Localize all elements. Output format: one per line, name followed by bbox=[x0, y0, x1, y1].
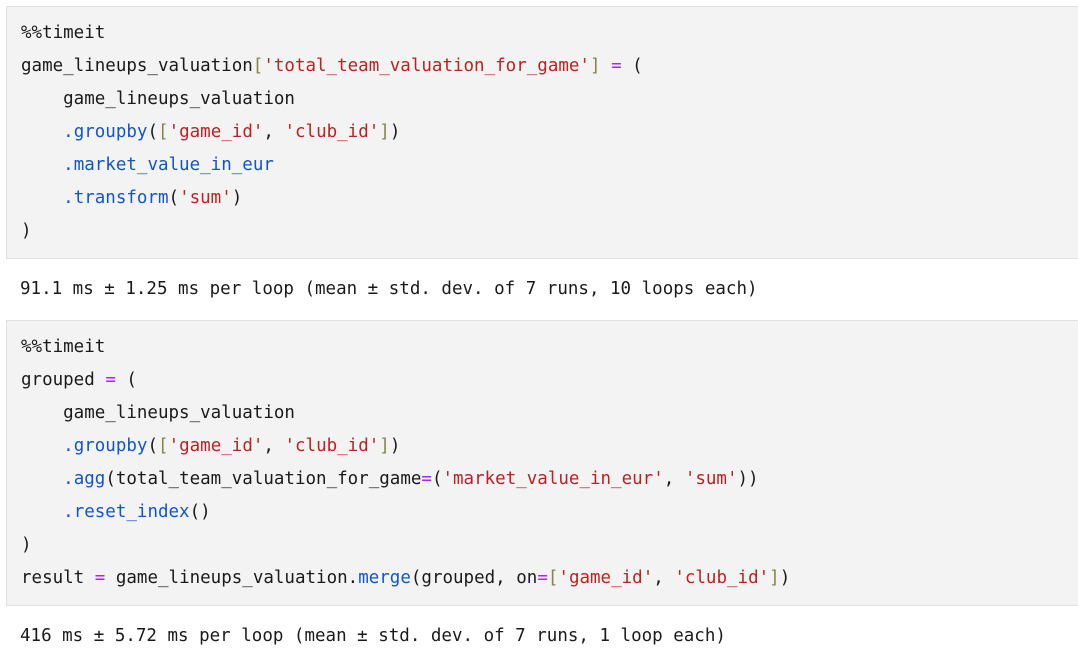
code-token-paren: ) bbox=[779, 568, 791, 588]
cell-output: 416 ms ± 5.72 ms per loop (mean ± std. d… bbox=[0, 606, 1078, 667]
code-line: .agg(total_team_valuation_for_game=('mar… bbox=[21, 463, 1078, 496]
code-cell[interactable]: %%timeit game_lineups_valuation['total_te… bbox=[6, 6, 1078, 259]
notebook-container: %%timeit game_lineups_valuation['total_te… bbox=[0, 0, 1078, 667]
output-text: 416 ms ± 5.72 ms per loop (mean ± std. d… bbox=[6, 620, 1078, 653]
code-token-method: transform bbox=[73, 188, 169, 208]
code-token-method: groupby bbox=[73, 436, 148, 456]
code-token-str: 'sum' bbox=[684, 469, 738, 489]
code-line: ) bbox=[21, 529, 1078, 562]
code-token-paren: ) bbox=[231, 188, 243, 208]
code-line: game_lineups_valuation bbox=[21, 83, 1078, 116]
code-line: .market_value_in_eur bbox=[21, 149, 1078, 182]
code-token-method: reset_index bbox=[73, 502, 190, 522]
code-token-plain: , bbox=[653, 568, 675, 588]
code-token-str: 'club_id' bbox=[284, 436, 380, 456]
code-line: game_lineups_valuation['total_team_valua… bbox=[21, 50, 1078, 83]
code-line: grouped = ( bbox=[21, 364, 1078, 397]
code-token-str: 'sum' bbox=[179, 188, 232, 208]
code-token-dot: . bbox=[63, 155, 74, 175]
code-token-str: 'club_id' bbox=[284, 122, 380, 142]
code-line: game_lineups_valuation bbox=[21, 397, 1078, 430]
code-token-paren: ) bbox=[21, 535, 32, 555]
code-token-dot: . bbox=[63, 122, 74, 142]
code-token-method: agg bbox=[73, 469, 106, 489]
code-token-paren: ( bbox=[168, 188, 180, 208]
code-token-paren: ) bbox=[389, 436, 401, 456]
code-token-dot: . bbox=[63, 188, 74, 208]
code-token-paren: ) bbox=[389, 122, 401, 142]
code-token-bracket: [ bbox=[547, 568, 559, 588]
code-token-op: = bbox=[421, 469, 432, 489]
code-token-op: = bbox=[537, 568, 548, 588]
code-token-op: = bbox=[94, 568, 106, 588]
code-token-paren: ( bbox=[621, 56, 643, 76]
code-token-plain: game_lineups_valuation bbox=[21, 89, 295, 109]
code-token-bracket: ] bbox=[589, 56, 601, 76]
code-token-bracket: [ bbox=[158, 122, 169, 142]
code-token-paren: ) bbox=[21, 221, 32, 241]
code-token-bracket: ] bbox=[379, 122, 390, 142]
code-token-paren: ( bbox=[115, 370, 137, 390]
code-token-op: = bbox=[611, 56, 622, 76]
code-token-bracket: [ bbox=[158, 436, 169, 456]
code-token-plain: game_lineups_valuation bbox=[21, 56, 253, 76]
code-token-str: 'total_team_valuation_for_game' bbox=[263, 56, 590, 76]
code-token-str: 'game_id' bbox=[168, 436, 264, 456]
code-token-plain: , bbox=[263, 436, 285, 456]
code-token-plain: result bbox=[21, 568, 85, 588]
code-token-dot: . bbox=[63, 502, 74, 522]
code-line: result = game_lineups_valuation.merge(gr… bbox=[21, 562, 1078, 595]
code-cell[interactable]: %%timeit grouped = ( game_lineups_valuati… bbox=[6, 320, 1078, 606]
code-token-paren: ( bbox=[147, 436, 159, 456]
code-token-dot: . bbox=[63, 436, 74, 456]
code-token-str: 'club_id' bbox=[674, 568, 770, 588]
code-token-magic: %%timeit bbox=[21, 23, 106, 43]
code-token-plain: , bbox=[263, 122, 285, 142]
code-token-plain: (grouped, on bbox=[410, 568, 538, 588]
output-text: 91.1 ms ± 1.25 ms per loop (mean ± std. … bbox=[6, 273, 1078, 306]
code-token-method: groupby bbox=[73, 122, 148, 142]
code-token-plain: (total_team_valuation_for_game bbox=[105, 469, 422, 489]
code-line: .groupby(['game_id', 'club_id']) bbox=[21, 430, 1078, 463]
code-line: ) bbox=[21, 215, 1078, 248]
code-line: .transform('sum') bbox=[21, 182, 1078, 215]
code-token-method: merge bbox=[358, 568, 411, 588]
code-line: .groupby(['game_id', 'club_id']) bbox=[21, 116, 1078, 149]
code-token-bracket: ] bbox=[379, 436, 390, 456]
code-token-dot: . bbox=[63, 469, 74, 489]
cell-output: 91.1 ms ± 1.25 ms per loop (mean ± std. … bbox=[0, 259, 1078, 320]
code-line: %%timeit bbox=[21, 17, 1078, 50]
code-line: .reset_index() bbox=[21, 496, 1078, 529]
code-token-plain: game_lineups_valuation. bbox=[105, 568, 359, 588]
code-token-paren: )) bbox=[737, 469, 759, 489]
code-line: %%timeit bbox=[21, 331, 1078, 364]
code-token-paren: ( bbox=[431, 469, 443, 489]
code-token-plain: grouped bbox=[21, 370, 95, 390]
code-token-plain: game_lineups_valuation bbox=[21, 403, 295, 423]
code-token-str: 'market_value_in_eur' bbox=[442, 469, 664, 489]
code-token-bracket: [ bbox=[252, 56, 264, 76]
code-token-plain: , bbox=[663, 469, 685, 489]
code-token-magic: %%timeit bbox=[21, 337, 106, 357]
code-token-method: market_value_in_eur bbox=[73, 155, 274, 175]
code-token-bracket: ] bbox=[769, 568, 780, 588]
code-token-op: = bbox=[105, 370, 116, 390]
code-token-paren: ( bbox=[147, 122, 159, 142]
code-token-paren: () bbox=[189, 502, 211, 522]
code-token-str: 'game_id' bbox=[558, 568, 654, 588]
code-token-str: 'game_id' bbox=[168, 122, 264, 142]
